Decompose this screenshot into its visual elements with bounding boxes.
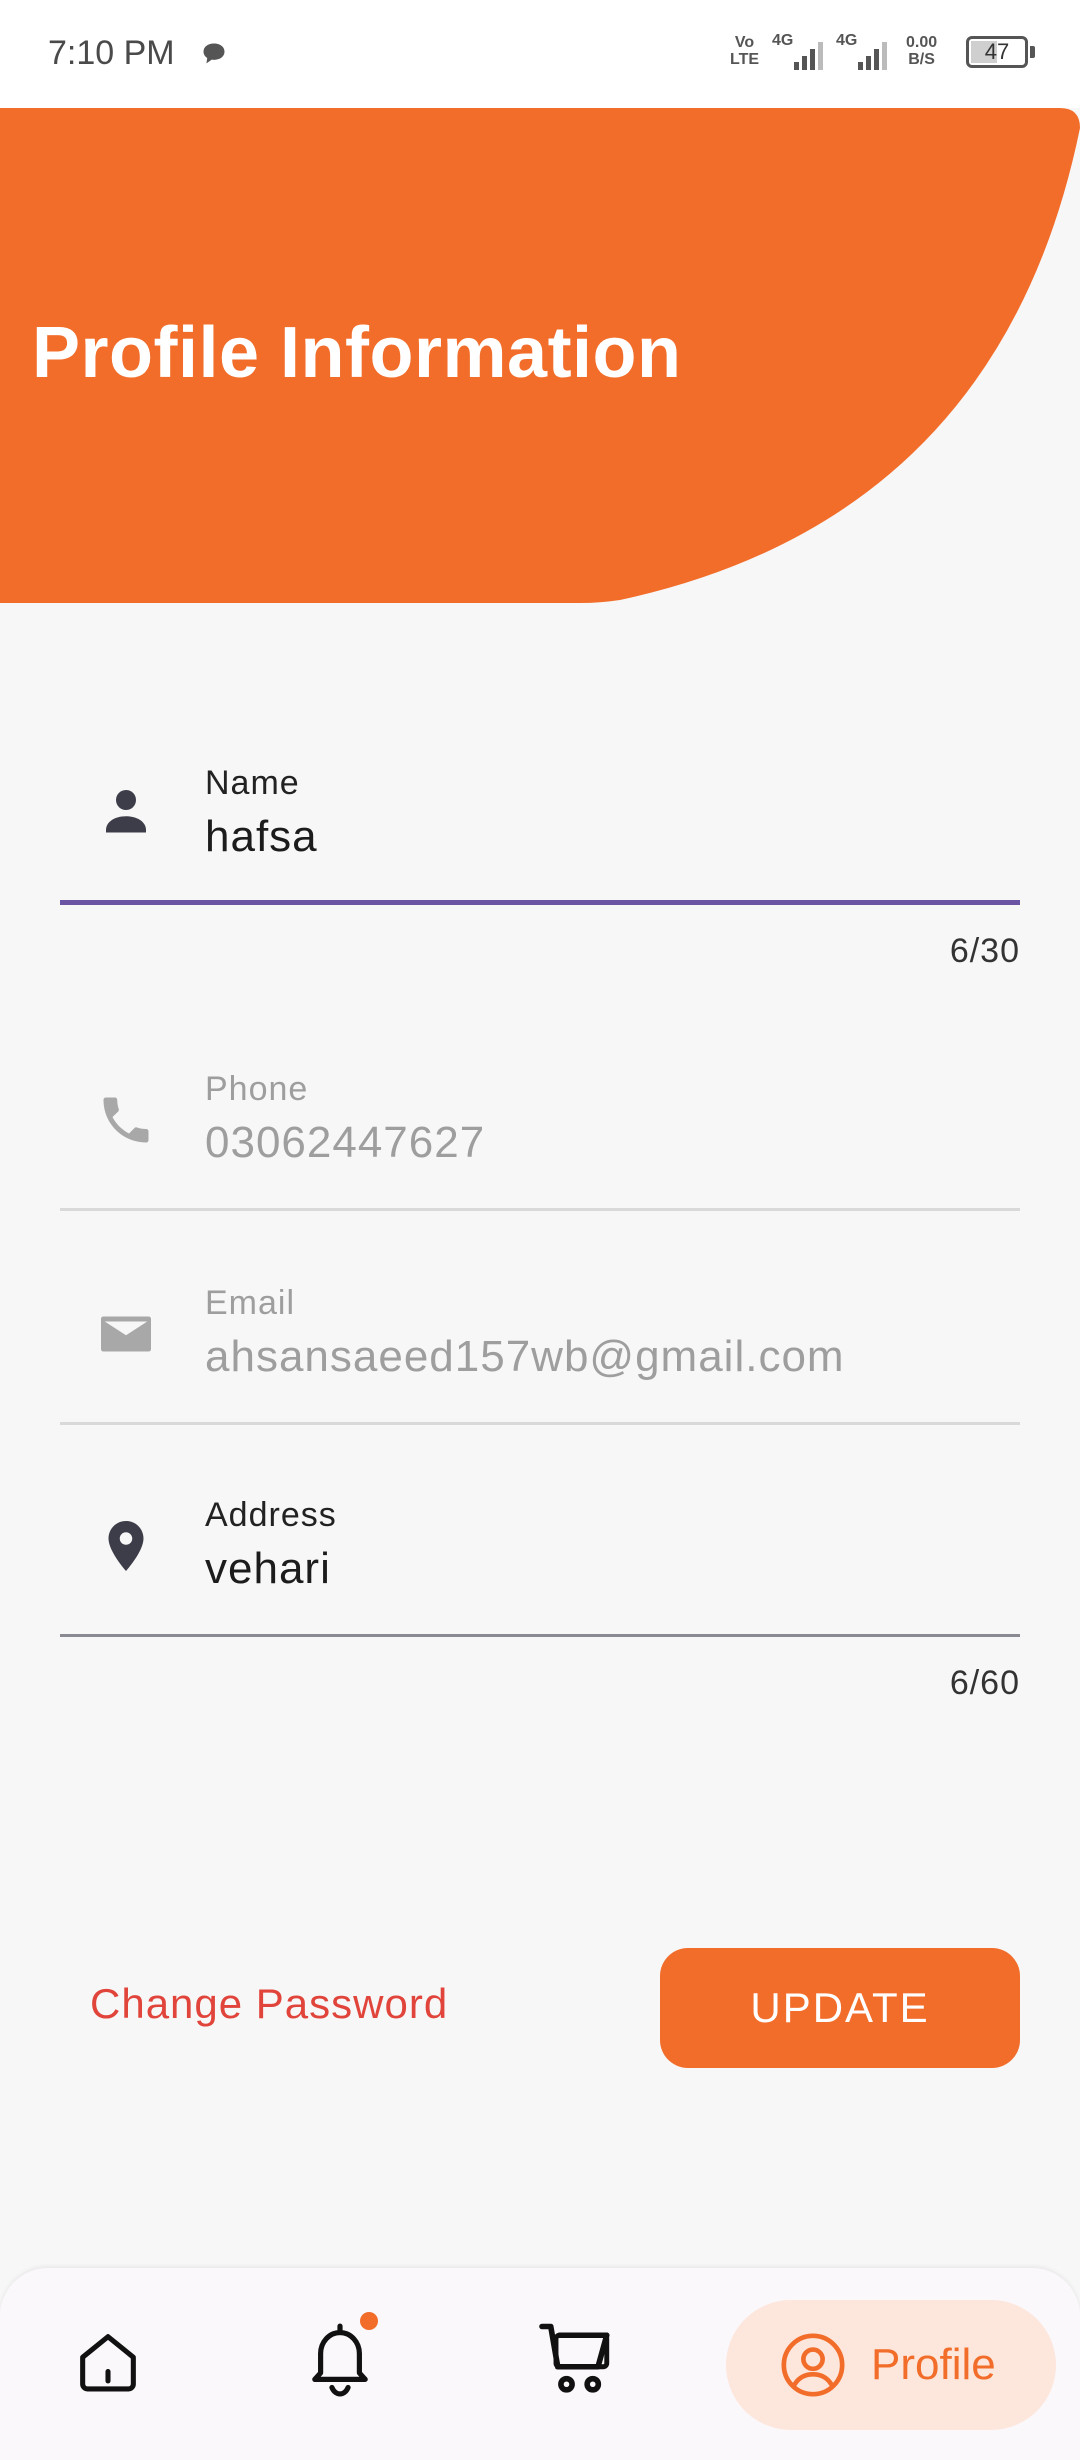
page-title: Profile Information [32,313,682,393]
address-field[interactable]: Address vehari 6/60 [60,1482,1020,1712]
address-counter: 6/60 [949,1664,1020,1702]
nav-notifications[interactable] [300,2308,390,2418]
data-speed-value: 0.00 [906,34,938,51]
bottom-navigation: Profile [0,2268,1080,2460]
name-label: Name [205,764,300,802]
name-underline [60,900,1020,905]
name-counter: 6/30 [949,932,1020,970]
email-underline [60,1422,1020,1425]
cart-icon [539,2323,610,2393]
phone-label: Phone [205,1070,309,1108]
nav-profile[interactable]: Profile [726,2300,1056,2430]
volte-bottom: LTE [730,51,760,68]
person-icon [106,790,146,833]
network-2: 4G [836,32,857,49]
phone-underline [60,1208,1020,1211]
nav-profile-label: Profile [871,2340,996,2389]
network-2-label: 4G [836,32,858,49]
email-label: Email [205,1284,296,1322]
name-field[interactable]: Name hafsa 6/30 [60,750,1020,970]
address-input[interactable]: vehari [205,1544,331,1594]
change-password-link[interactable]: Change Password [90,1980,448,2028]
address-label: Address [205,1496,337,1534]
name-input[interactable]: hafsa [205,812,318,862]
phone-field: Phone 03062447627 [60,1056,1020,1216]
notification-dot [360,2312,378,2330]
volte-indicator: Vo LTE [730,34,759,68]
email-field: Email ahsansaeed157wb@gmail.com [60,1270,1020,1430]
email-icon [101,1316,151,1352]
network-1: 4G [772,32,793,49]
email-value: ahsansaeed157wb@gmail.com [205,1332,845,1381]
nav-cart[interactable] [535,2308,625,2418]
signal-2-icon [858,42,887,70]
profile-icon [781,2333,845,2397]
data-speed: 0.00 B/S [906,34,937,68]
battery-level: 47 [984,39,1010,64]
signal-1-icon [794,42,823,70]
status-bar: 7:10 PM Vo LTE 4G 4G 0.00 B/S 47 [0,0,1080,108]
bell-icon [312,2323,368,2397]
update-button[interactable]: UPDATE [660,1948,1020,2068]
data-speed-unit: B/S [908,51,935,68]
phone-icon [103,1097,149,1143]
location-pin-icon [108,1521,144,1571]
address-underline [60,1634,1020,1637]
chat-notification-icon [203,43,225,64]
status-time: 7:10 PM [48,34,175,72]
status-icons: Vo LTE 4G 4G 0.00 B/S 47 [730,32,1040,76]
home-icon [80,2334,136,2392]
battery-icon: 47 [966,36,1028,68]
phone-value: 03062447627 [205,1118,486,1167]
profile-screen: 7:10 PM Vo LTE 4G 4G 0.00 B/S 47 Profile… [0,0,1080,2460]
volte-top: Vo [734,34,755,51]
network-1-label: 4G [772,32,794,49]
nav-home[interactable] [70,2308,150,2418]
